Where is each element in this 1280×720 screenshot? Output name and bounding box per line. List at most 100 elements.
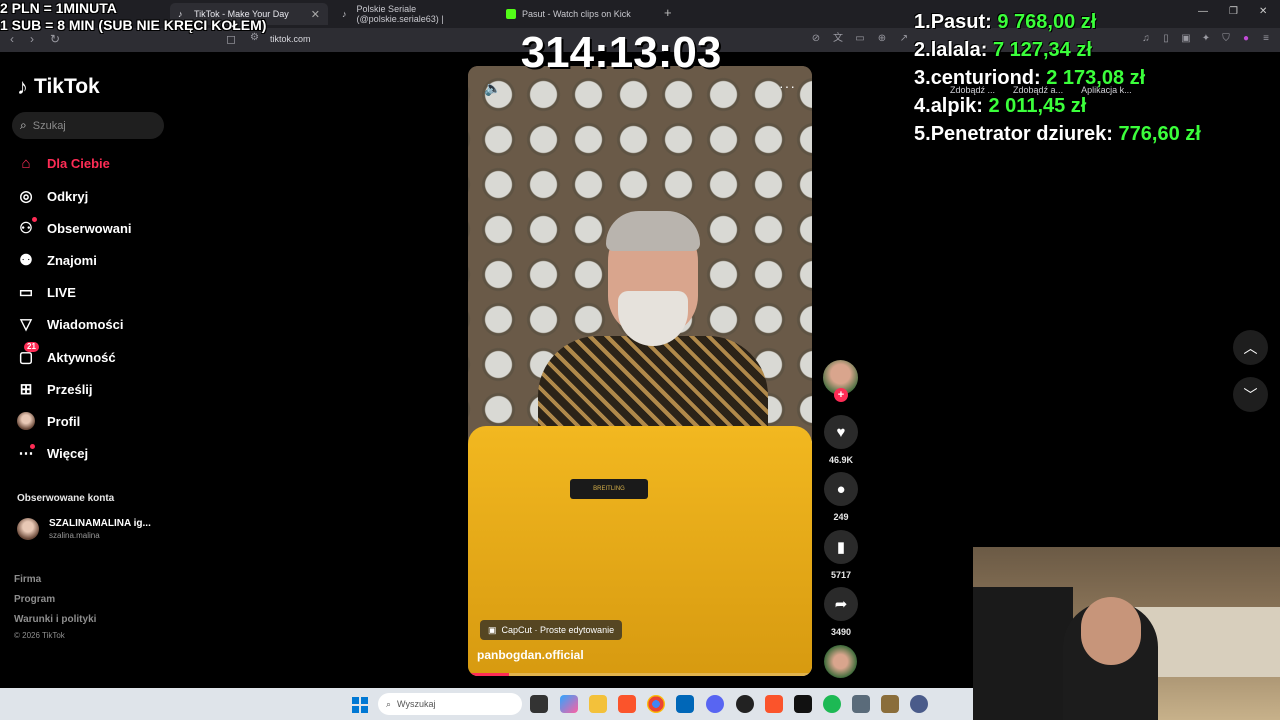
- zoom-icon[interactable]: ⊕: [876, 33, 888, 45]
- share-button[interactable]: ➦: [824, 587, 858, 621]
- home-icon: ⌂: [21, 154, 31, 172]
- tab-kick[interactable]: Pasut - Watch clips on Kick: [498, 3, 658, 25]
- donation-amount: 2 173,08 zł: [1046, 67, 1146, 89]
- nav-item-live[interactable]: ▭ LIVE: [17, 281, 76, 303]
- nav-item-obserwowani[interactable]: ⚇ Obserwowani: [17, 217, 132, 239]
- nav-item-znajomi[interactable]: ⚉ Znajomi: [17, 249, 97, 271]
- video-author[interactable]: panbogdan.official: [477, 648, 584, 662]
- more-options-icon[interactable]: ···: [779, 78, 796, 94]
- rate-line-2: 1 SUB = 8 MIN (SUB NIE KRĘCI KOŁEM): [0, 17, 267, 33]
- donation-amount: 7 127,34 zł: [992, 39, 1092, 61]
- leaderboard-row: 4.alpik: 2 011,45 zł: [914, 92, 1201, 120]
- extension-icon[interactable]: ●: [1240, 33, 1252, 45]
- bookmark-icon[interactable]: ◻: [226, 32, 236, 46]
- video-subject-hair: [606, 211, 700, 251]
- donor-name: alpik:: [930, 95, 983, 117]
- avatar: [17, 518, 39, 540]
- footer-link-terms[interactable]: Warunki i polityki: [14, 614, 96, 625]
- video-progress-bar[interactable]: [468, 673, 812, 676]
- url-field[interactable]: tiktok.com: [270, 34, 311, 44]
- menu-icon[interactable]: ≡: [1260, 33, 1272, 45]
- followed-account[interactable]: SZALINAMALINA ig... szalina.malina: [17, 518, 151, 540]
- tab-label: Polskie Seriale (@polskie.seriale63) |: [356, 4, 444, 24]
- chevron-down-icon: ﹀: [1243, 386, 1258, 403]
- comment-count: 249: [833, 512, 849, 522]
- volume-icon[interactable]: 🔈: [484, 80, 501, 97]
- donation-amount: 9 768,00 zł: [997, 11, 1097, 33]
- discord-icon[interactable]: [706, 695, 724, 713]
- nav-item-profil[interactable]: Profil: [17, 410, 80, 432]
- task-view-icon[interactable]: [530, 695, 548, 713]
- nav-item-aktywnosc[interactable]: ▢ 21 Aktywność: [17, 342, 116, 368]
- app-icon[interactable]: [881, 695, 899, 713]
- chrome-icon[interactable]: [647, 695, 665, 713]
- share-arrow-icon: ➦: [834, 596, 848, 613]
- copyright: © 2026 TikTok: [14, 631, 65, 640]
- new-tab-icon[interactable]: +: [664, 5, 672, 20]
- nav-label: Obserwowani: [47, 220, 132, 236]
- footer-link-firma[interactable]: Firma: [14, 574, 41, 585]
- nav-item-wiecej[interactable]: ⋯ Więcej: [17, 442, 88, 464]
- live-icon: ▭: [18, 284, 34, 301]
- follow-plus-icon[interactable]: +: [834, 388, 848, 402]
- save-button[interactable]: ▮: [824, 530, 858, 564]
- footer-link-program[interactable]: Program: [14, 594, 55, 605]
- search-box[interactable]: ⌕: [12, 112, 164, 139]
- more-icon: ⋯: [18, 444, 35, 462]
- share-icon[interactable]: ↗: [898, 33, 910, 45]
- translate-off-icon[interactable]: ⊘: [810, 33, 822, 45]
- store-icon[interactable]: [676, 695, 694, 713]
- bookmark-icon: ▮: [836, 539, 846, 556]
- spotify-icon[interactable]: [823, 695, 841, 713]
- vpn-shield-icon[interactable]: ⛉: [1220, 33, 1232, 45]
- video-player[interactable]: BREITLING 🔈 ··· ▣ CapCut · Proste edytow…: [468, 66, 812, 676]
- obs-icon[interactable]: [736, 695, 754, 713]
- nav-item-przeslij[interactable]: ⊞ Prześlij: [17, 378, 93, 400]
- back-icon[interactable]: ‹: [10, 32, 14, 46]
- nav-item-dla-ciebie[interactable]: ⌂ Dla Ciebie: [17, 152, 110, 174]
- nav-label: Dla Ciebie: [47, 155, 110, 171]
- previous-video-button[interactable]: ︿: [1233, 330, 1268, 365]
- search-input[interactable]: [32, 119, 153, 132]
- search-icon: ⌕: [20, 118, 27, 132]
- pika-app-icon[interactable]: [794, 695, 812, 713]
- start-button[interactable]: [352, 697, 368, 713]
- capcut-tag[interactable]: ▣ CapCut · Proste edytowanie: [480, 620, 623, 640]
- donor-name: Pasut:: [930, 11, 992, 33]
- comment-icon: ●: [836, 480, 846, 498]
- next-video-button[interactable]: ﹀: [1233, 377, 1268, 412]
- leaderboard-row: 3.centuriond: 2 173,08 zł: [914, 64, 1201, 92]
- settings-icon[interactable]: [910, 695, 928, 713]
- taskbar-search[interactable]: ⌕ Wyszukaj: [378, 693, 522, 715]
- tiktok-logo[interactable]: ♪ TikTok: [17, 74, 100, 100]
- close-window-icon[interactable]: ✕: [1259, 6, 1267, 17]
- nav-item-odkryj[interactable]: ◎ Odkryj: [17, 185, 88, 207]
- copilot-icon[interactable]: [560, 695, 578, 713]
- case-brand-plate: BREITLING: [570, 479, 648, 499]
- music-disc-avatar[interactable]: [824, 645, 857, 678]
- rank: 1.: [914, 11, 931, 33]
- leaderboard-row: 2.lalala: 7 127,34 zł: [914, 36, 1201, 64]
- brave-icon[interactable]: [618, 695, 636, 713]
- file-explorer-icon[interactable]: [589, 695, 607, 713]
- nav-label: Aktywność: [47, 349, 116, 365]
- close-tab-icon[interactable]: ✕: [311, 8, 320, 21]
- like-button[interactable]: ♥: [824, 415, 858, 449]
- tab-label: Pasut - Watch clips on Kick: [522, 9, 631, 19]
- windows-taskbar: ⌕ Wyszukaj: [0, 688, 973, 720]
- donation-leaderboard: 1.Pasut: 9 768,00 zł 2.lalala: 7 127,34 …: [914, 8, 1201, 148]
- brave-active-icon[interactable]: [765, 695, 783, 713]
- reload-icon[interactable]: ↻: [50, 32, 60, 46]
- leaderboard-row: 1.Pasut: 9 768,00 zł: [914, 8, 1201, 36]
- cast-icon[interactable]: ▭: [854, 33, 866, 45]
- maximize-icon[interactable]: ❐: [1229, 6, 1238, 17]
- forward-icon[interactable]: ›: [30, 32, 34, 46]
- calculator-icon[interactable]: [852, 695, 870, 713]
- tab-polskie-seriale[interactable]: ♪ Polskie Seriale (@polskie.seriale63) |: [334, 3, 492, 25]
- activity-icon: ▢ 21: [17, 342, 39, 366]
- nav-item-wiadomosci[interactable]: ▽ Wiadomości: [17, 313, 123, 335]
- translate-icon[interactable]: 文: [832, 33, 844, 45]
- ai-icon[interactable]: ✦: [1200, 33, 1212, 45]
- rate-line-1: 2 PLN = 1MINUTA: [0, 0, 117, 16]
- comment-button[interactable]: ●: [824, 472, 858, 506]
